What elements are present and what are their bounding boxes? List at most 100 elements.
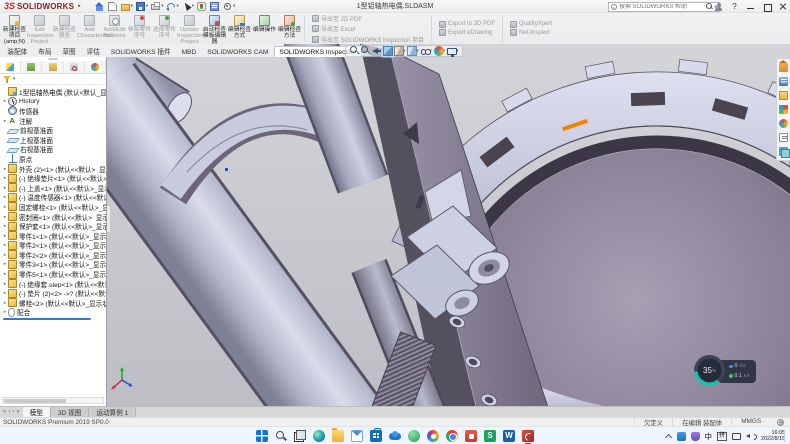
view-tab[interactable]: 运动算例 1 bbox=[89, 407, 136, 417]
tree-item[interactable]: 传感器 bbox=[0, 106, 106, 116]
tree-item[interactable]: ▸ 零件5<1> (默认<<默认>_显示状态 bbox=[0, 269, 106, 279]
tray-security-icon[interactable] bbox=[691, 432, 700, 441]
tree-item[interactable]: ▸ 保护套<1> (默认<<默认>_显示状态 bbox=[0, 221, 106, 231]
microsoft-store-icon[interactable] bbox=[369, 429, 383, 443]
filter-dropdown-icon[interactable]: ▾ bbox=[13, 76, 16, 82]
ribbon-tab[interactable]: 装配体 bbox=[2, 43, 33, 57]
dropdown-caret-icon[interactable]: ▾ bbox=[192, 3, 194, 9]
tree-horizontal-scrollbar[interactable] bbox=[2, 397, 104, 404]
ime-pinyin-indicator[interactable]: 拼 bbox=[717, 432, 727, 441]
featuremanager-design-tree-tab[interactable] bbox=[0, 61, 21, 73]
network-monitor-overlay[interactable]: 35% 0K/s 0.1K/s bbox=[694, 355, 756, 386]
ribbon-button[interactable]: Add/Edit Balloons bbox=[102, 13, 127, 44]
tree-item[interactable]: ▸ (-) 上盖<1> (默认<<默认>_显示状态 bbox=[0, 183, 106, 193]
tree-item[interactable]: ▸ (-) 绝缘套.step<1> (默认<<默认> bbox=[0, 279, 106, 289]
tree-item[interactable]: ▸ 零件1<1> (默认<<默认>_显示状态 bbox=[0, 231, 106, 241]
mail-icon[interactable] bbox=[350, 429, 364, 443]
ribbon-tab[interactable]: 布局 bbox=[33, 43, 57, 57]
undo-button[interactable]: ▾ bbox=[166, 2, 178, 11]
tags-globe-icon[interactable] bbox=[777, 419, 784, 426]
tree-item[interactable]: ▸ 注解 bbox=[0, 116, 106, 126]
options-button[interactable]: ▾ bbox=[223, 2, 235, 11]
tab-nav-arrow-icon[interactable]: ‹ bbox=[8, 409, 10, 415]
view-tab[interactable]: 模型 bbox=[23, 407, 51, 417]
taskbar-clock[interactable]: 16:05 2022/8/15 bbox=[761, 430, 785, 442]
section-view-icon[interactable] bbox=[383, 46, 392, 56]
ribbon-button[interactable]: Edit Inspection Project bbox=[27, 13, 52, 44]
display-style-icon[interactable]: ▾ bbox=[407, 46, 418, 56]
minimize-button[interactable] bbox=[746, 2, 755, 11]
rollback-bar[interactable] bbox=[3, 318, 91, 320]
ime-language-indicator[interactable]: 中 bbox=[705, 431, 713, 442]
solidworks-resources-icon[interactable] bbox=[779, 63, 788, 72]
tab-nav-arrow-icon[interactable]: « bbox=[3, 409, 6, 415]
tree-item[interactable]: 1型铝轴热电偶 (默认<默认_显示状态-1> bbox=[0, 87, 106, 97]
help-icon[interactable]: ? bbox=[730, 2, 739, 11]
tree-item[interactable]: 右视基准面 bbox=[0, 145, 106, 155]
rebuild-button[interactable] bbox=[197, 2, 207, 11]
zoom-to-fit-icon[interactable] bbox=[350, 46, 359, 56]
service-button[interactable]: QualityXpert bbox=[510, 21, 552, 28]
tree-item[interactable]: ▸ 零件2<1> (默认<<默认>_显示状态 bbox=[0, 241, 106, 251]
view-settings-icon[interactable]: ▾ bbox=[447, 47, 458, 55]
export-button[interactable]: 导出至 2D PDF bbox=[312, 14, 424, 23]
view-tab[interactable]: 3D 视图 bbox=[51, 407, 89, 417]
ribbon-button[interactable]: 新建检查报告 bbox=[52, 13, 77, 44]
select-button[interactable]: ▾ bbox=[182, 2, 194, 11]
export-button[interactable]: Export eDrawing bbox=[439, 29, 495, 36]
dropdown-caret-icon[interactable]: ▾ bbox=[146, 3, 148, 9]
tree-item[interactable]: ▸ (-) 绝缘垫片<1> (默认<<默认>_显示状态 bbox=[0, 173, 106, 183]
help-search-input[interactable] bbox=[619, 4, 704, 10]
dropdown-caret-icon[interactable]: ▾ bbox=[176, 3, 178, 9]
close-button[interactable] bbox=[778, 2, 787, 11]
tree-item[interactable]: ▸ 固定螺栓<1> (默认<<默认>_显示状态 bbox=[0, 202, 106, 212]
show-desktop-button[interactable] bbox=[784, 430, 786, 442]
propertymanager-tab[interactable] bbox=[21, 61, 42, 73]
dropdown-caret-icon[interactable]: ▾ bbox=[161, 3, 163, 9]
configurationmanager-tab[interactable] bbox=[42, 61, 63, 73]
green-app-icon[interactable] bbox=[407, 429, 421, 443]
ribbon-button[interactable]: 新建检查项目 (amp;N) bbox=[2, 13, 27, 44]
ribbon-tab[interactable]: SOLIDWORKS 插件 bbox=[105, 43, 176, 57]
export-button[interactable]: 导出至 Excel bbox=[312, 24, 424, 33]
tree-item[interactable]: ▸ 零件2<2> (默认<<默认>_显示状态 bbox=[0, 250, 106, 260]
home-button[interactable] bbox=[95, 2, 105, 11]
solidworks-app-icon[interactable] bbox=[521, 429, 535, 443]
view-palette-icon[interactable] bbox=[779, 105, 788, 114]
search-icon[interactable] bbox=[706, 3, 713, 10]
file-explorer-icon[interactable] bbox=[331, 429, 345, 443]
tree-item[interactable]: ▸ 密封圈<1> (默认<<默认>_显示状态 bbox=[0, 212, 106, 222]
file-properties-button[interactable] bbox=[210, 2, 220, 11]
export-button[interactable]: Export to 3D PDF bbox=[439, 21, 495, 28]
ribbon-tab[interactable]: MBD bbox=[176, 46, 202, 57]
browser-wheel-icon[interactable] bbox=[426, 429, 440, 443]
edge-browser-icon[interactable] bbox=[312, 429, 326, 443]
ribbon-button[interactable]: Add Characteristic bbox=[77, 13, 102, 44]
hide-show-items-icon[interactable]: ▾ bbox=[421, 46, 432, 56]
ribbon-tab[interactable]: SOLIDWORKS CAM bbox=[202, 46, 274, 57]
filter-icon[interactable] bbox=[3, 75, 11, 83]
ribbon-button[interactable]: 编辑操作 bbox=[252, 13, 277, 44]
chrome-icon[interactable] bbox=[445, 429, 459, 443]
previous-view-icon[interactable] bbox=[372, 46, 381, 56]
tray-expand-icon[interactable] bbox=[665, 433, 672, 440]
tree-item[interactable]: ▸ 零件3<1> (默认<<默认>_显示状态 bbox=[0, 260, 106, 270]
word-app-icon[interactable]: W bbox=[502, 429, 516, 443]
tree-item[interactable]: 上视基准面 bbox=[0, 135, 106, 145]
tree-item[interactable]: ▸ (-) 温度传感器<1> (默认<<默认>_显示状态 bbox=[0, 193, 106, 203]
ribbon-button[interactable]: 移除零件序号 bbox=[127, 13, 152, 44]
ribbon-tab[interactable]: 评估 bbox=[81, 43, 105, 57]
red-app-icon[interactable] bbox=[464, 429, 478, 443]
ribbon-button[interactable]: 选择零件序号 bbox=[152, 13, 177, 44]
tray-onedrive-icon[interactable] bbox=[677, 432, 686, 441]
ribbon-button[interactable]: 编辑检查方式 bbox=[227, 13, 252, 44]
dimxpertmanager-tab[interactable] bbox=[64, 61, 85, 73]
dropdown-caret-icon[interactable]: ▾ bbox=[131, 3, 133, 9]
tab-nav-arrow-icon[interactable]: › bbox=[12, 409, 14, 415]
graphics-area[interactable] bbox=[107, 44, 790, 408]
task-view-button[interactable] bbox=[293, 429, 307, 443]
menu-expand-icon[interactable]: ▸ bbox=[78, 3, 81, 9]
custom-properties-icon[interactable] bbox=[779, 133, 788, 142]
tree-item[interactable]: ▸ 外壳 (2)<1> (默认<<默认>_显示状态 bbox=[0, 164, 106, 174]
tab-nav-arrow-icon[interactable]: » bbox=[16, 409, 19, 415]
